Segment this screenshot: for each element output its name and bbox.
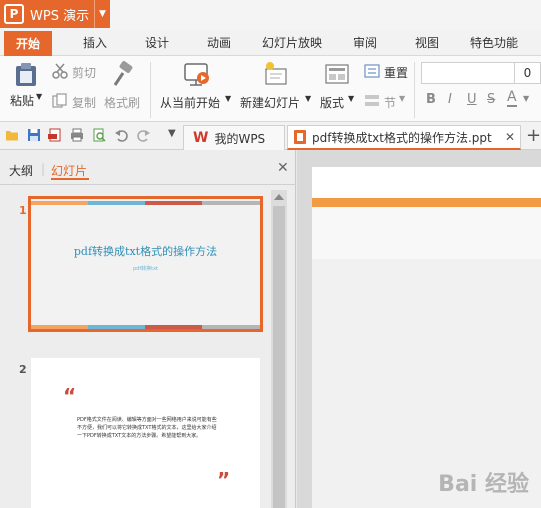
new-slide-dropdown-icon[interactable]: ▼: [305, 94, 311, 103]
menu-tabs: 开始 插入 设计 动画 幻灯片放映 审阅 视图 特色功能: [0, 30, 541, 56]
tab-label: 我的WPS: [214, 131, 266, 146]
pane-divider: [0, 184, 296, 185]
tab-slideshow[interactable]: 幻灯片放映: [262, 30, 322, 56]
color-stripe: [88, 325, 145, 329]
slide-subtitle: pdf转换txt: [133, 266, 158, 272]
pane-tab-separator: |: [41, 162, 46, 176]
close-quote: ”: [217, 468, 231, 492]
bold-button[interactable]: B: [426, 92, 436, 107]
active-tab-underline: [51, 178, 89, 180]
tab-view[interactable]: 视图: [415, 30, 439, 56]
color-stripe: [202, 201, 260, 205]
cut-button[interactable]: 剪切: [72, 64, 96, 81]
ribbon: 粘贴 ▼ 剪切 复制 格式刷 从当前开始 ▼ 新建幻灯片 ▼ 版式 ▼ 重置 节…: [0, 56, 541, 122]
redo-icon[interactable]: [137, 128, 151, 142]
reset-icon: [364, 64, 380, 78]
tab-special[interactable]: 特色功能: [470, 30, 518, 56]
slide-top-stripe: [312, 198, 541, 207]
color-stripe: [31, 201, 88, 205]
layout-button[interactable]: 版式: [320, 94, 344, 111]
scroll-thumb[interactable]: [273, 206, 285, 508]
chevron-down-icon[interactable]: ▼: [94, 0, 110, 28]
ppt-file-icon: [294, 130, 306, 144]
font-color-button[interactable]: A: [507, 90, 517, 107]
tab-document[interactable]: pdf转换成txt格式的操作方法.ppt ✕: [287, 125, 521, 150]
color-stripe: [145, 325, 202, 329]
app-title: WPS 演示: [30, 8, 90, 24]
slide-number: 1: [19, 204, 27, 217]
slide-thumbnail-1[interactable]: pdf转换成txt格式的操作方法 pdf转换txt: [28, 196, 263, 332]
paste-button[interactable]: 粘贴: [10, 92, 34, 109]
italic-button[interactable]: I: [448, 92, 452, 107]
slide-thumbnail-2[interactable]: “ PDF格式文件在阅读、编辑等方面对一些网络用户来说可能有些不方便，我们可以将…: [31, 358, 260, 508]
tab-review[interactable]: 审阅: [353, 30, 377, 56]
from-current-button[interactable]: 从当前开始: [160, 94, 220, 111]
paste-dropdown-icon[interactable]: ▼: [36, 92, 42, 101]
quick-access-dropdown-icon[interactable]: ▼: [168, 128, 176, 139]
title-bar: P WPS 演示 ▼: [0, 0, 541, 30]
font-color-dropdown-icon[interactable]: ▼: [523, 94, 529, 103]
print-icon[interactable]: [70, 128, 84, 142]
scroll-up-icon[interactable]: [274, 194, 284, 200]
color-stripe: [31, 325, 88, 329]
play-from-current-icon: [184, 63, 209, 86]
slides-scrollbar[interactable]: [271, 190, 287, 508]
tab-label: pdf转换成txt格式的操作方法.ppt: [312, 130, 492, 145]
color-stripe: [145, 201, 202, 205]
close-tab-icon[interactable]: ✕: [505, 130, 515, 144]
undo-icon[interactable]: [114, 128, 128, 142]
wps-logo-icon: P: [4, 4, 24, 24]
wps-w-icon: W: [193, 130, 209, 146]
tab-slides[interactable]: 幻灯片: [51, 162, 87, 179]
new-tab-icon[interactable]: +: [526, 125, 541, 146]
tab-outline[interactable]: 大纲: [9, 162, 33, 179]
ribbon-divider: [414, 62, 415, 118]
layout-dropdown-icon[interactable]: ▼: [348, 94, 354, 103]
font-size-field[interactable]: 0: [514, 62, 541, 84]
slide-header-band: [312, 207, 541, 259]
layout-icon: [325, 64, 349, 84]
tab-animation[interactable]: 动画: [207, 30, 231, 56]
print-preview-icon[interactable]: [92, 128, 106, 142]
from-current-dropdown-icon[interactable]: ▼: [225, 94, 231, 103]
slide-number: 2: [19, 363, 27, 376]
export-pdf-icon[interactable]: [48, 128, 62, 142]
slide-canvas[interactable]: [312, 167, 541, 508]
section-button[interactable]: 节: [384, 94, 396, 111]
section-icon: [365, 95, 379, 106]
underline-button[interactable]: U: [467, 92, 477, 107]
font-name-field[interactable]: [421, 62, 515, 84]
save-icon[interactable]: [27, 128, 41, 142]
slide-editor: [297, 150, 541, 508]
format-painter-button[interactable]: 格式刷: [104, 94, 140, 111]
scissors-icon: [52, 63, 68, 79]
open-quote: “: [63, 384, 77, 408]
color-stripe: [202, 325, 260, 329]
ribbon-divider: [150, 62, 151, 118]
tab-insert[interactable]: 插入: [83, 30, 107, 56]
section-dropdown-icon[interactable]: ▼: [399, 94, 405, 103]
strikethrough-button[interactable]: S: [487, 92, 495, 107]
new-slide-button[interactable]: 新建幻灯片: [240, 94, 300, 111]
baidu-watermark: Bai 经验: [438, 472, 529, 497]
tab-my-wps[interactable]: W 我的WPS: [183, 125, 285, 150]
slide-body: PDF格式文件在阅读、编辑等方面对一些网络用户来说可能有些不方便，我们可以将它转…: [77, 417, 217, 439]
app-menu-button[interactable]: P WPS 演示 ▼: [0, 0, 110, 28]
new-slide-icon: [265, 62, 287, 85]
paste-icon[interactable]: [13, 62, 39, 88]
copy-button[interactable]: 复制: [72, 94, 96, 111]
copy-icon: [52, 93, 67, 108]
tab-design[interactable]: 设计: [145, 30, 169, 56]
close-pane-icon[interactable]: ✕: [277, 160, 289, 176]
quick-access-bar: ▼ W 我的WPS pdf转换成txt格式的操作方法.ppt ✕ +: [0, 122, 541, 150]
format-painter-icon: [113, 61, 133, 86]
reset-button[interactable]: 重置: [384, 64, 408, 81]
tab-home[interactable]: 开始: [4, 31, 53, 56]
color-stripe: [88, 201, 145, 205]
slide-title: pdf转换成txt格式的操作方法: [73, 245, 218, 258]
open-folder-icon[interactable]: [5, 128, 19, 142]
